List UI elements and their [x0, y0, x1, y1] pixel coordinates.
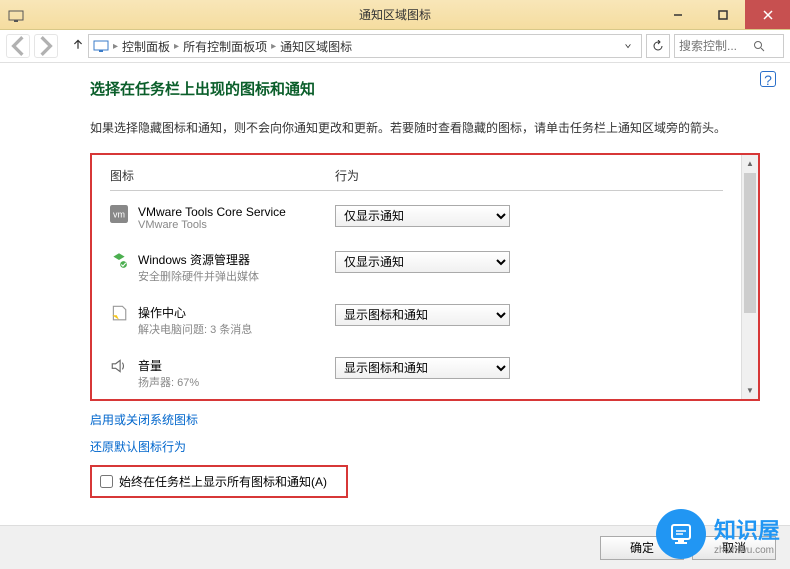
- scroll-thumb[interactable]: [744, 173, 756, 313]
- icon-row: 音量 扬声器: 67% 显示图标和通知: [110, 357, 723, 390]
- item-desc: 扬声器: 67%: [138, 374, 199, 390]
- monitor-icon: [93, 38, 109, 54]
- svg-text:vm: vm: [113, 210, 125, 220]
- breadcrumb-item[interactable]: 所有控制面板项: [183, 38, 267, 55]
- item-name: VMware Tools Core Service: [138, 205, 286, 219]
- icon-row: Windows 资源管理器 安全删除硬件并弹出媒体 仅显示通知: [110, 251, 723, 284]
- window-controls: [655, 0, 790, 29]
- minimize-button[interactable]: [655, 0, 700, 29]
- item-name: 音量: [138, 357, 199, 374]
- search-icon: [753, 40, 765, 52]
- action-select[interactable]: 显示图标和通知: [335, 357, 510, 379]
- content-area: ? 选择在任务栏上出现的图标和通知 如果选择隐藏图标和通知，则不会向你通知更改和…: [0, 63, 790, 508]
- titlebar: 通知区域图标: [0, 0, 790, 30]
- breadcrumb-separator: ▸: [111, 41, 120, 52]
- navbar: ▸ 控制面板 ▸ 所有控制面板项 ▸ 通知区域图标: [0, 30, 790, 63]
- watermark: 知识屋 zhishiwu.com: [656, 509, 780, 559]
- watermark-icon: [656, 509, 706, 559]
- action-select[interactable]: 仅显示通知: [335, 205, 510, 227]
- breadcrumb[interactable]: ▸ 控制面板 ▸ 所有控制面板项 ▸ 通知区域图标: [88, 34, 642, 58]
- breadcrumb-separator: ▸: [172, 41, 181, 52]
- search-box[interactable]: [674, 34, 784, 58]
- icon-list: 图标 行为 vm VMware Tools Core Service VMwar…: [92, 155, 741, 399]
- action-select[interactable]: 显示图标和通知: [335, 304, 510, 326]
- links: 启用或关闭系统图标 还原默认图标行为: [90, 411, 760, 455]
- page-description: 如果选择隐藏图标和通知，则不会向你通知更改和更新。若要随时查看隐藏的图标，请单击…: [90, 119, 760, 138]
- icon-row: 操作中心 解决电脑问题: 3 条消息 显示图标和通知: [110, 304, 723, 337]
- watermark-url: zhishiwu.com: [714, 545, 780, 556]
- restore-defaults-link[interactable]: 还原默认图标行为: [90, 438, 760, 455]
- breadcrumb-item[interactable]: 通知区域图标: [280, 38, 352, 55]
- scroll-down-arrow[interactable]: ▼: [742, 382, 758, 399]
- scrollbar[interactable]: ▲ ▼: [741, 155, 758, 399]
- scroll-up-arrow[interactable]: ▲: [742, 155, 758, 172]
- back-button[interactable]: [6, 34, 30, 58]
- checkbox-label: 始终在任务栏上显示所有图标和通知(A): [119, 473, 327, 490]
- maximize-button[interactable]: [700, 0, 745, 29]
- always-show-checkbox-row: 始终在任务栏上显示所有图标和通知(A): [90, 465, 348, 498]
- always-show-checkbox[interactable]: [100, 475, 113, 488]
- icon-row: vm VMware Tools Core Service VMware Tool…: [110, 205, 723, 231]
- item-name: 操作中心: [138, 304, 252, 321]
- help-icon[interactable]: ?: [760, 71, 776, 87]
- system-icons-link[interactable]: 启用或关闭系统图标: [90, 411, 760, 428]
- header-icon: 图标: [110, 167, 335, 184]
- close-button[interactable]: [745, 0, 790, 29]
- icon-list-container: 图标 行为 vm VMware Tools Core Service VMwar…: [90, 153, 760, 401]
- breadcrumb-dropdown[interactable]: [619, 37, 637, 55]
- watermark-title: 知识屋: [714, 513, 780, 545]
- header-action: 行为: [335, 167, 723, 184]
- item-desc: 解决电脑问题: 3 条消息: [138, 321, 252, 337]
- volume-icon: [110, 357, 128, 375]
- breadcrumb-separator: ▸: [269, 41, 278, 52]
- action-select[interactable]: 仅显示通知: [335, 251, 510, 273]
- vmware-icon: vm: [110, 205, 128, 223]
- breadcrumb-item[interactable]: 控制面板: [122, 38, 170, 55]
- list-headers: 图标 行为: [110, 167, 723, 191]
- page-title: 选择在任务栏上出现的图标和通知: [90, 78, 760, 99]
- action-center-icon: [110, 304, 128, 322]
- forward-button[interactable]: [34, 34, 58, 58]
- up-button[interactable]: [72, 37, 84, 55]
- item-desc: VMware Tools: [138, 219, 286, 231]
- app-icon: [8, 7, 24, 23]
- item-name: Windows 资源管理器: [138, 251, 259, 268]
- refresh-button[interactable]: [646, 34, 670, 58]
- window-title: 通知区域图标: [359, 6, 431, 23]
- item-desc: 安全删除硬件并弹出媒体: [138, 268, 259, 284]
- explorer-icon: [110, 251, 128, 269]
- search-input[interactable]: [679, 39, 749, 53]
